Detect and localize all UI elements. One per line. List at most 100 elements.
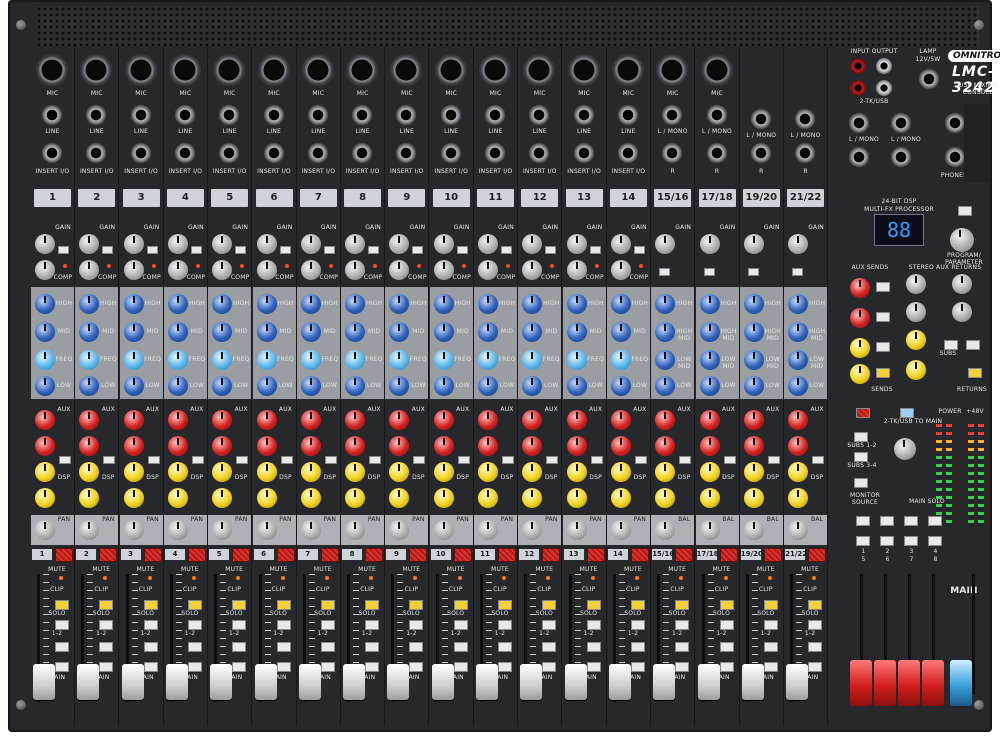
solo-button[interactable] xyxy=(498,600,512,610)
balance-knob[interactable] xyxy=(743,520,764,540)
gain-knob[interactable] xyxy=(743,234,764,254)
subs34-button[interactable] xyxy=(854,452,868,462)
main-assign-button[interactable] xyxy=(808,662,823,672)
pan-knob[interactable] xyxy=(123,520,144,540)
bus12-button[interactable] xyxy=(675,620,690,630)
eq-high-knob[interactable] xyxy=(167,294,188,314)
dsp2-knob[interactable] xyxy=(79,488,100,508)
monitor-source-button[interactable] xyxy=(854,478,868,488)
mute-button[interactable] xyxy=(320,548,339,562)
aux2-knob[interactable] xyxy=(566,436,587,456)
mute-button[interactable] xyxy=(719,548,738,562)
bus12-button[interactable] xyxy=(630,620,645,630)
eq-high-knob[interactable] xyxy=(610,294,631,314)
channel-fader[interactable] xyxy=(210,664,233,700)
pre-post-button[interactable] xyxy=(413,456,426,464)
pre-post-button[interactable] xyxy=(457,456,470,464)
eq-high-knob[interactable] xyxy=(433,294,454,314)
aux1-knob[interactable] xyxy=(345,410,366,430)
xlr-mic-input[interactable] xyxy=(390,54,423,86)
rca-output-right[interactable] xyxy=(876,80,892,96)
sends-solo-button[interactable] xyxy=(876,368,890,378)
aux2-knob[interactable] xyxy=(655,436,676,456)
dsp2-knob[interactable] xyxy=(743,488,764,508)
solo-button[interactable] xyxy=(365,600,380,610)
insert-jack[interactable] xyxy=(129,142,152,164)
channel-fader[interactable] xyxy=(741,664,764,700)
dsp2-knob[interactable] xyxy=(256,488,277,508)
insert-jack[interactable] xyxy=(528,142,551,164)
gain-knob[interactable] xyxy=(655,234,676,254)
eq-mid-knob[interactable] xyxy=(788,322,809,342)
aux1-knob[interactable] xyxy=(522,410,543,430)
gain-knob[interactable] xyxy=(522,234,543,254)
pre-post-button[interactable] xyxy=(634,456,647,464)
low-cut-button[interactable] xyxy=(235,246,247,254)
pre-post-button[interactable] xyxy=(767,456,780,464)
solo-button[interactable] xyxy=(453,600,468,610)
main-fader[interactable] xyxy=(950,660,972,706)
low-cut-button[interactable] xyxy=(545,246,557,254)
aux1-knob[interactable] xyxy=(478,410,498,430)
channel-fader[interactable] xyxy=(653,664,676,700)
line-input-jack[interactable] xyxy=(129,104,152,126)
eq-low-knob[interactable] xyxy=(610,376,631,396)
aux1-knob[interactable] xyxy=(79,410,100,430)
dsp1-knob[interactable] xyxy=(743,462,764,482)
bus34-button[interactable] xyxy=(453,642,468,652)
xlr-mic-input[interactable] xyxy=(479,54,511,86)
pan-knob[interactable] xyxy=(345,520,366,540)
solo-button[interactable] xyxy=(542,600,557,610)
dsp2-knob[interactable] xyxy=(167,488,188,508)
dsp2-knob[interactable] xyxy=(788,488,809,508)
aux2-knob[interactable] xyxy=(167,436,188,456)
bus12-button[interactable] xyxy=(276,620,291,630)
dsp1-knob[interactable] xyxy=(655,462,676,482)
eq-freq-knob[interactable] xyxy=(300,350,321,370)
bus34-button[interactable] xyxy=(55,642,69,652)
solo-button[interactable] xyxy=(143,600,158,610)
eq-freq-knob[interactable] xyxy=(256,350,277,370)
bus12-button[interactable] xyxy=(99,620,114,630)
aux2-knob[interactable] xyxy=(433,436,454,456)
insert-jack[interactable] xyxy=(572,142,595,164)
usb-to-phones-button[interactable] xyxy=(900,408,914,418)
low-cut-button[interactable] xyxy=(190,246,202,254)
line-input-jack[interactable] xyxy=(616,104,639,126)
group-assign-button[interactable] xyxy=(904,536,918,546)
lamp-socket[interactable] xyxy=(918,68,940,90)
eq-freq-knob[interactable] xyxy=(610,350,631,370)
bus12-button[interactable] xyxy=(808,620,823,630)
eq-mid-knob[interactable] xyxy=(345,322,366,342)
return1-to-aux-knob[interactable] xyxy=(906,274,926,294)
main-assign-button[interactable] xyxy=(187,662,202,672)
line-input-jack[interactable] xyxy=(351,104,374,126)
eq-freq-knob[interactable] xyxy=(35,350,55,370)
mute-button[interactable] xyxy=(409,548,428,562)
solo-button[interactable] xyxy=(719,600,734,610)
gain-knob[interactable] xyxy=(788,234,809,254)
dsp2-knob[interactable] xyxy=(389,488,410,508)
aux2-solo-button[interactable] xyxy=(876,312,890,322)
eq-freq-knob[interactable] xyxy=(788,350,809,370)
xlr-mic-input[interactable] xyxy=(656,54,689,86)
eq-low-knob[interactable] xyxy=(743,376,764,396)
aux2-knob[interactable] xyxy=(212,436,233,456)
eq-mid-knob[interactable] xyxy=(167,322,188,342)
bus34-button[interactable] xyxy=(586,642,601,652)
bus34-button[interactable] xyxy=(409,642,424,652)
dsp1-knob[interactable] xyxy=(699,462,720,482)
group-fader[interactable] xyxy=(922,660,944,706)
solo-button[interactable] xyxy=(808,600,823,610)
dsp1-knob[interactable] xyxy=(123,462,144,482)
group-assign-button[interactable] xyxy=(856,516,870,526)
channel-fader[interactable] xyxy=(786,664,809,700)
aux2-knob[interactable] xyxy=(35,436,55,456)
aux1-knob[interactable] xyxy=(167,410,188,430)
mute-button[interactable] xyxy=(675,548,694,562)
channel-fader[interactable] xyxy=(608,664,631,700)
gain-knob[interactable] xyxy=(345,234,366,254)
bus34-button[interactable] xyxy=(365,642,380,652)
line-input-jack[interactable] xyxy=(85,104,108,126)
pre-post-button[interactable] xyxy=(679,456,692,464)
